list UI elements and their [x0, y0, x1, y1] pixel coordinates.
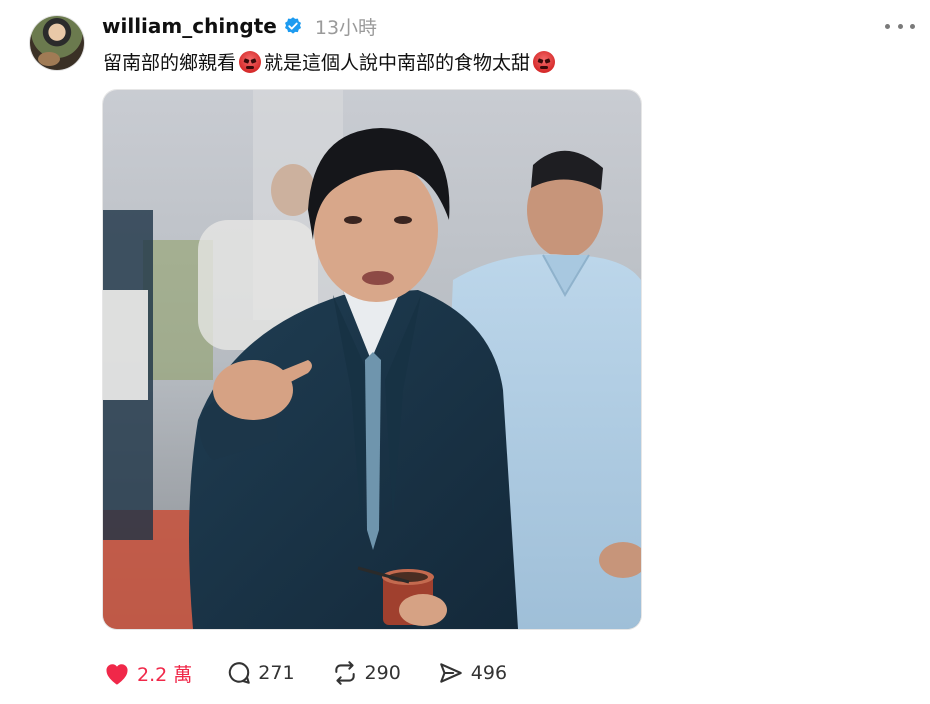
post-caption: 留南部的鄉親看 就是這個人說中南部的食物太甜: [103, 48, 558, 75]
heart-icon: [106, 664, 128, 685]
angry-face-emoji-icon: [533, 50, 556, 73]
username-link[interactable]: william_chingte: [102, 14, 277, 38]
avatar-dog-detail: [38, 52, 60, 66]
post-actions: 2.2 萬 271 290 496: [103, 655, 507, 691]
reply-icon: [229, 662, 251, 684]
post-photo[interactable]: [103, 90, 641, 629]
reply-button[interactable]: 271: [226, 660, 295, 686]
post-timestamp: 13小時: [314, 16, 378, 39]
angry-face-emoji-icon: [239, 50, 262, 73]
caption-text-1: 留南部的鄉親看: [103, 52, 237, 74]
like-count: 2.2 萬: [137, 663, 193, 686]
like-button[interactable]: 2.2 萬: [103, 660, 192, 687]
repost-button[interactable]: 290: [331, 660, 401, 686]
repost-icon: [334, 661, 355, 685]
repost-count: 290: [364, 662, 401, 684]
reply-count: 271: [258, 662, 295, 684]
post-photo-illustration: [103, 90, 641, 629]
profile-avatar[interactable]: [30, 16, 84, 70]
share-button[interactable]: 496: [437, 660, 507, 686]
caption-text-2: 就是這個人說中南部的食物太甜: [264, 52, 531, 74]
more-options-icon[interactable]: [885, 16, 915, 36]
verified-badge-icon: [284, 17, 301, 34]
share-count: 496: [470, 662, 508, 684]
post-header: william_chingte 13小時: [102, 12, 377, 40]
share-icon: [440, 663, 462, 683]
